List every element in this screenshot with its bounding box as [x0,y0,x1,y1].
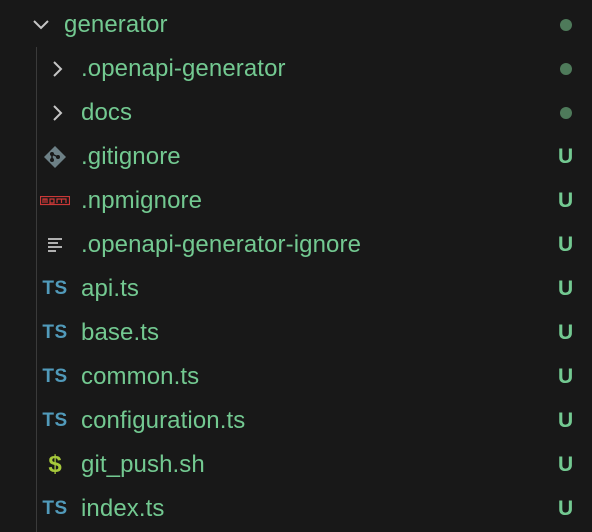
chevron-right-icon[interactable] [48,59,68,79]
untracked-badge: U [558,365,574,388]
git-icon [40,145,70,169]
tree-row-gitignore[interactable]: .gitignore U [0,135,592,179]
file-label: common.ts [81,363,200,390]
untracked-badge: U [558,453,574,476]
tree-row-generator[interactable]: generator [0,3,592,47]
tree-row-docs-folder[interactable]: docs [0,91,592,135]
chevron-down-icon[interactable] [31,15,51,35]
untracked-badge: U [558,277,574,300]
file-label: api.ts [81,275,139,302]
tree-row-api-ts[interactable]: TS api.ts U [0,267,592,311]
untracked-badge: U [558,189,574,212]
modified-dot-indicator [560,19,572,31]
tree-row-git-push-sh[interactable]: $ git_push.sh U [0,443,592,487]
tree-row-configuration-ts[interactable]: TS configuration.ts U [0,399,592,443]
modified-dot-indicator [560,107,572,119]
file-label: git_push.sh [81,451,205,478]
untracked-badge: U [558,233,574,256]
tree-row-openapi-generator-folder[interactable]: .openapi-generator [0,47,592,91]
typescript-icon: TS [42,498,68,519]
file-label: base.ts [81,319,160,346]
untracked-badge: U [558,409,574,432]
folder-label: generator [64,11,168,38]
untracked-badge: U [558,321,574,344]
npm-icon [40,189,70,213]
untracked-badge: U [558,497,574,520]
file-explorer-tree: generator .openapi-generator docs .gitig… [0,0,592,532]
modified-dot-indicator [560,63,572,75]
typescript-icon: TS [42,410,68,431]
untracked-badge: U [558,145,574,168]
file-label: .npmignore [81,187,203,214]
folder-label: .openapi-generator [81,55,286,82]
folder-label: docs [81,99,133,126]
tree-row-common-ts[interactable]: TS common.ts U [0,355,592,399]
file-label: .gitignore [81,143,181,170]
shell-dollar-icon: $ [48,451,62,478]
tree-row-index-ts[interactable]: TS index.ts U [0,487,592,531]
tree-row-openapi-generator-ignore[interactable]: .openapi-generator-ignore U [0,223,592,267]
typescript-icon: TS [42,366,68,387]
typescript-icon: TS [42,278,68,299]
tree-row-npmignore[interactable]: .npmignore U [0,179,592,223]
file-label: index.ts [81,495,165,522]
typescript-icon: TS [42,322,68,343]
file-label: configuration.ts [81,407,246,434]
file-label: .openapi-generator-ignore [81,231,362,258]
tree-row-base-ts[interactable]: TS base.ts U [0,311,592,355]
chevron-right-icon[interactable] [48,103,68,123]
text-lines-icon [40,233,70,257]
